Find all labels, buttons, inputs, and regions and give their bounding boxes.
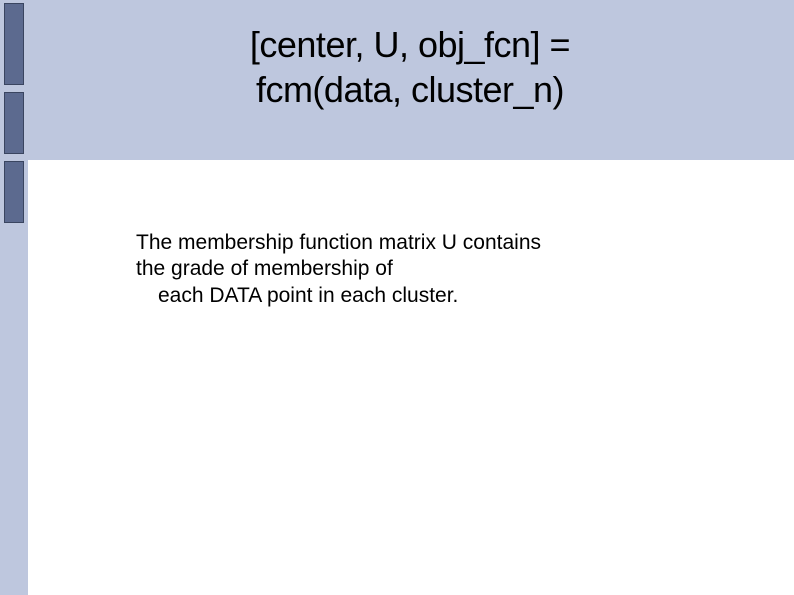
body-paragraph: The membership function matrix U contain… [136,230,656,309]
sidebar-block [4,161,24,223]
title-line-2: fcm(data, cluster_n) [90,67,730,112]
title-line-1: [center, U, obj_fcn] = [90,22,730,67]
body-line-1: The membership function matrix U contain… [136,230,656,256]
body-line-2: the grade of membership of [136,256,656,282]
sidebar-block [4,3,24,85]
slide-title: [center, U, obj_fcn] = fcm(data, cluster… [90,22,730,112]
slide-body: The membership function matrix U contain… [28,160,794,595]
sidebar-block [4,92,24,154]
body-line-3: each DATA point in each cluster. [136,283,656,309]
sidebar-decoration [0,0,28,595]
